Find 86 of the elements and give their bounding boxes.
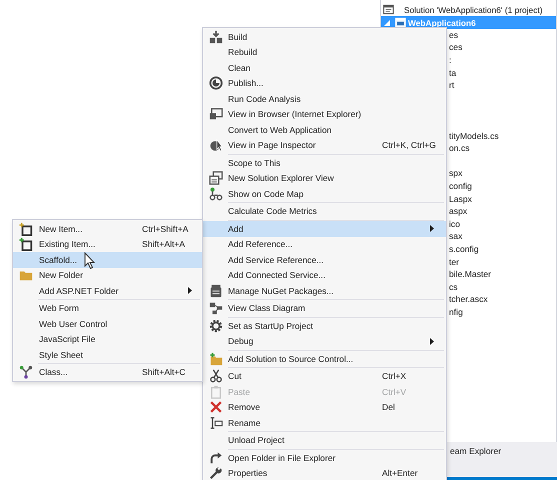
menu-item[interactable]: Unload Project xyxy=(203,432,446,448)
tree-item[interactable]: tcher.ascx xyxy=(449,294,488,304)
menu-item[interactable]: Class... Shift+Alt+C xyxy=(13,364,202,380)
tree-item[interactable]: s.config xyxy=(449,244,479,254)
menu-item[interactable]: New Item... Ctrl+Shift+A xyxy=(13,221,202,236)
pointer-icon xyxy=(208,138,222,152)
menu-item[interactable]: Debug xyxy=(203,334,446,349)
menu-item[interactable]: Add Connected Service... xyxy=(203,268,446,283)
tree-item[interactable]: cs xyxy=(449,282,458,292)
menu-item[interactable]: Existing Item... Shift+Alt+A xyxy=(13,236,202,252)
menu-item[interactable]: Clean xyxy=(203,60,446,76)
menu-item[interactable]: Add Reference... xyxy=(203,236,446,252)
menu-item[interactable]: Scope to This xyxy=(203,155,446,170)
menu-item[interactable]: Rebuild xyxy=(203,44,446,60)
scissors-icon xyxy=(208,369,222,384)
tree-item[interactable]: : xyxy=(449,55,452,66)
menu-item[interactable]: Add ASP.NET Folder xyxy=(13,283,202,298)
shortcut-label: Del xyxy=(382,402,395,412)
tree-item[interactable]: sax xyxy=(449,231,462,242)
menu-item[interactable]: Add Solution to Source Control... xyxy=(203,351,446,366)
tree-item[interactable]: ico xyxy=(449,218,460,229)
shortcut-label: Ctrl+K, Ctrl+G xyxy=(382,140,436,150)
tree-item[interactable]: Solution 'WebApplication6' (1 project) xyxy=(381,4,556,16)
menu-item[interactable]: View in Browser (Internet Explorer) xyxy=(203,106,446,122)
menu-item[interactable]: View Class Diagram xyxy=(203,300,446,316)
windows-icon xyxy=(208,171,222,186)
tree-item[interactable]: nfig xyxy=(449,306,463,317)
tree-item[interactable]: ces xyxy=(449,42,462,52)
menu-item[interactable]: Style Sheet xyxy=(13,347,202,362)
branch-icon xyxy=(19,365,33,380)
cross-icon xyxy=(208,400,222,414)
stack-icon xyxy=(208,30,222,44)
menu-item[interactable]: New Folder xyxy=(13,268,202,283)
menu-item[interactable]: Web Form xyxy=(13,300,202,316)
folder-plus-icon xyxy=(208,352,222,366)
text-cursor-icon xyxy=(208,416,222,430)
menu-item[interactable]: Properties Alt+Enter xyxy=(203,466,446,480)
menu-item[interactable]: Publish... xyxy=(203,76,446,91)
square-plus-icon xyxy=(19,237,33,252)
panel-tab[interactable]: eam Explorer xyxy=(448,444,504,458)
tree-item[interactable]: bile.Master xyxy=(449,269,492,280)
tree-item[interactable]: ter xyxy=(449,256,460,267)
shortcut-label: Shift+Alt+A xyxy=(142,239,185,250)
menu-item[interactable]: Add xyxy=(203,221,446,236)
nodes-icon xyxy=(208,301,222,316)
gear-icon xyxy=(208,318,222,333)
menu-item[interactable]: Add Service Reference... xyxy=(203,252,446,268)
tree-item[interactable]: on.cs xyxy=(449,143,470,154)
menu-item[interactable]: View in Page Inspector Ctrl+K, Ctrl+G xyxy=(203,138,446,153)
menu-item[interactable]: JavaScript File xyxy=(13,332,202,347)
shortcut-label: Shift+Alt+C xyxy=(142,367,186,378)
shortcut-label: Ctrl+V xyxy=(382,386,406,397)
tree-item[interactable]: Laspx xyxy=(449,194,472,204)
shortcut-label: Ctrl+Shift+A xyxy=(142,224,188,234)
mouse-cursor-icon xyxy=(84,252,96,270)
solution-icon xyxy=(383,4,394,16)
menu-item[interactable]: Convert to Web Application xyxy=(203,122,446,138)
browser-window-icon xyxy=(208,107,222,122)
tree-item[interactable]: es xyxy=(449,30,458,40)
menu-item[interactable]: Manage NuGet Packages... xyxy=(203,283,446,298)
jar-icon xyxy=(208,284,222,298)
menu-item[interactable]: Open Folder in File Explorer xyxy=(203,450,446,466)
tree-item[interactable]: spx xyxy=(449,168,462,178)
tree-item[interactable]: tityModels.cs xyxy=(449,130,499,141)
clipboard-icon xyxy=(208,384,222,399)
menu-item[interactable]: Set as StartUp Project xyxy=(203,318,446,334)
menu-item[interactable]: Web User Control xyxy=(13,316,202,332)
menu-item[interactable]: Show on Code Map xyxy=(203,186,446,202)
curved-arrow-icon xyxy=(208,450,222,465)
menu-item[interactable]: Calculate Code Metrics xyxy=(203,204,446,219)
globe-icon xyxy=(208,76,222,90)
tree-item[interactable]: rt xyxy=(449,80,454,90)
tree-item[interactable]: config xyxy=(449,181,472,192)
menu-item[interactable]: Remove Del xyxy=(203,400,446,415)
shortcut-label: Alt+Enter xyxy=(382,468,418,478)
menu-item[interactable]: New Solution Explorer View xyxy=(203,170,446,186)
menu-item[interactable]: Run Code Analysis xyxy=(203,91,446,106)
tree-item[interactable]: ta xyxy=(449,68,456,78)
menu-item[interactable]: Cut Ctrl+X xyxy=(203,368,446,384)
tree-item[interactable]: aspx xyxy=(449,206,468,216)
node-graph-icon xyxy=(208,186,222,201)
menu-item[interactable]: Scaffold... xyxy=(13,252,202,268)
shortcut-label: Ctrl+X xyxy=(382,371,406,382)
square-star-icon xyxy=(19,222,33,236)
menu-item[interactable]: Build xyxy=(203,29,446,44)
menu-item[interactable]: Rename xyxy=(203,415,446,430)
